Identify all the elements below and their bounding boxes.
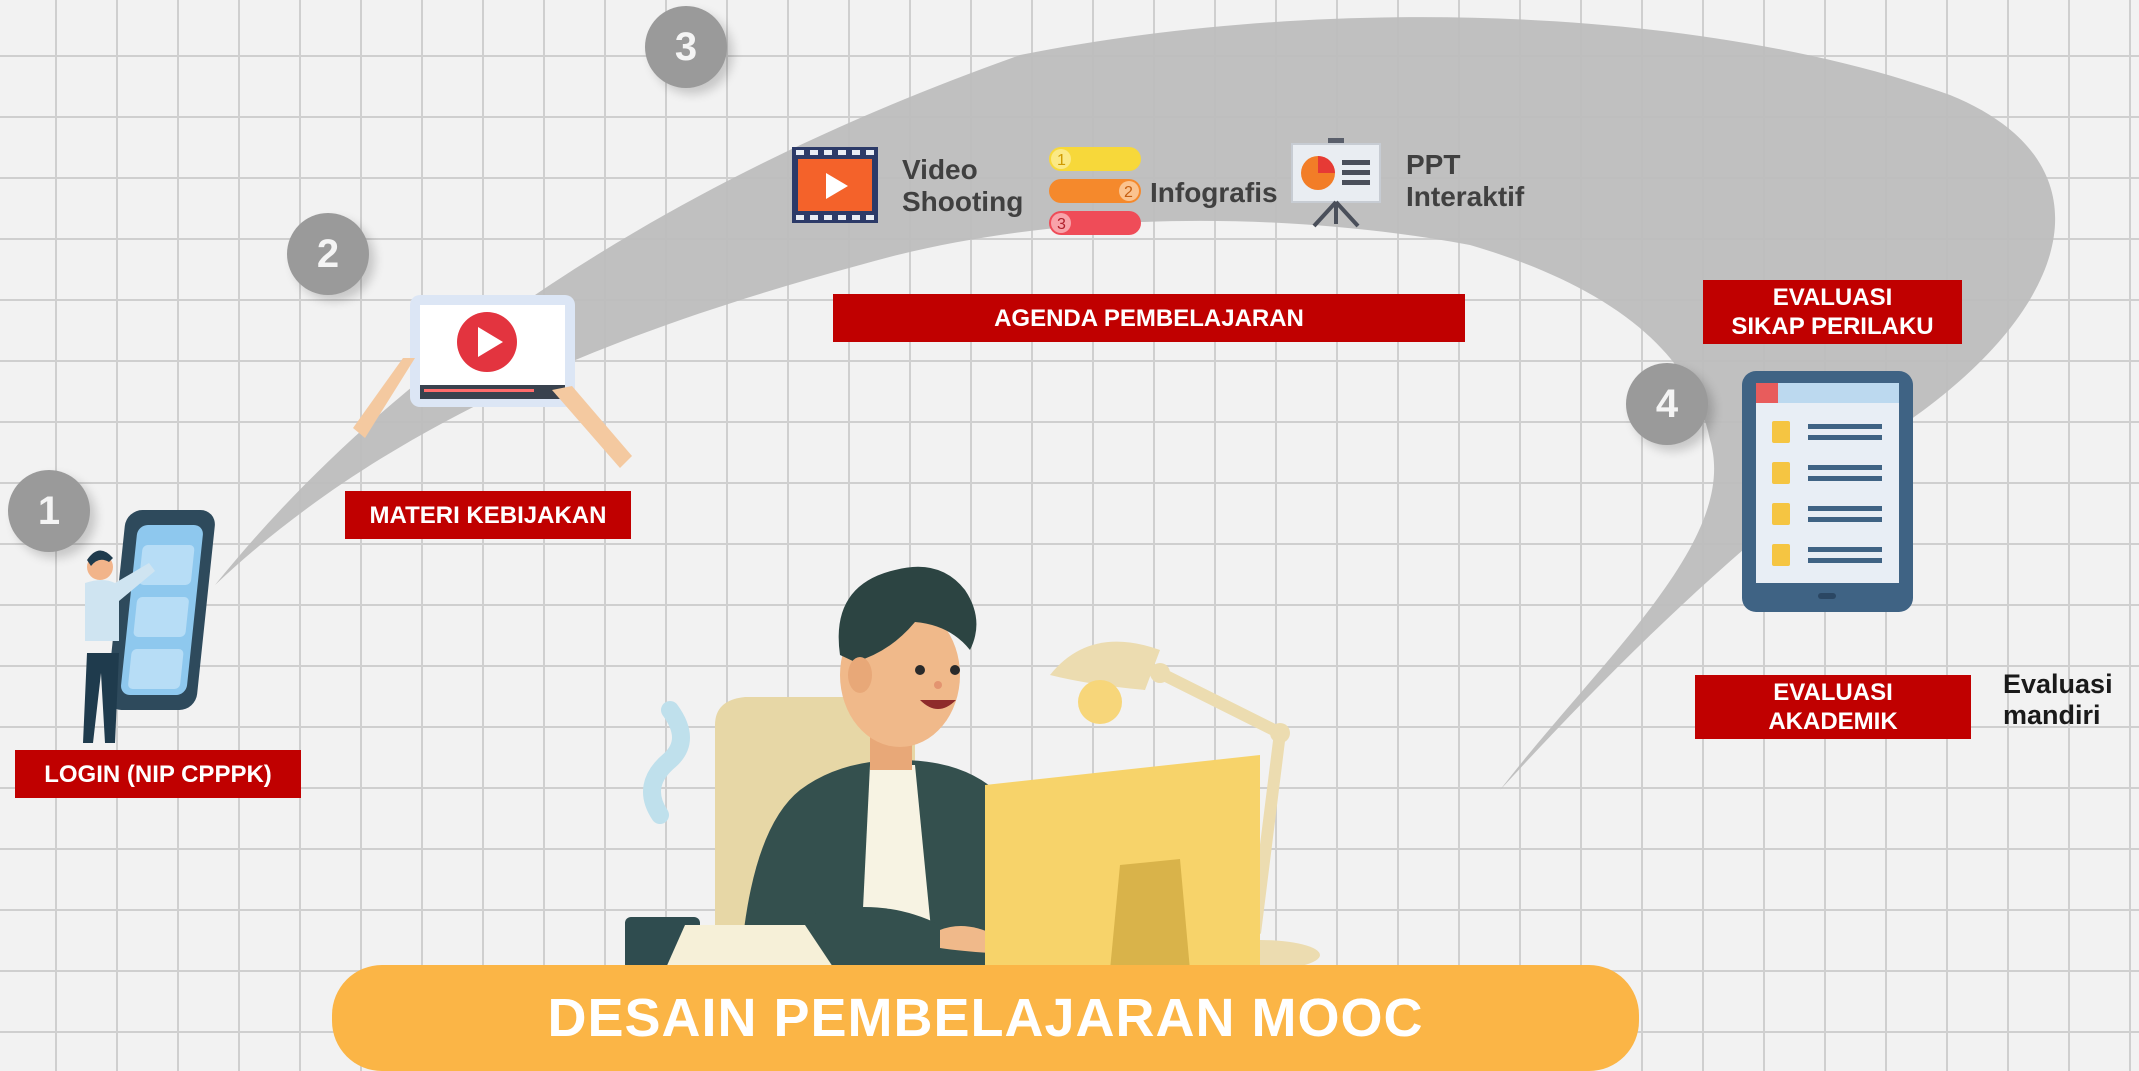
ppt-interaktif-label: PPT Interaktif (1406, 149, 1525, 212)
presentation-icon (1291, 138, 1381, 228)
page-title-banner: DESAIN PEMBELAJARAN MOOC (332, 965, 1639, 1071)
svg-text:3: 3 (1057, 216, 1066, 233)
step-2-badge: 2 (287, 213, 369, 295)
video-shooting-label: Video Shooting (902, 154, 1024, 217)
evaluasi-akademik-label: EVALUASI AKADEMIK (1695, 675, 1971, 739)
agenda-pembelajaran-label: AGENDA PEMBELAJARAN (833, 294, 1465, 342)
login-label: LOGIN (NIP CPPPK) (15, 750, 301, 798)
evaluasi-mandiri-note: Evaluasi mandiri (2003, 669, 2113, 730)
step-4-badge: 4 (1626, 363, 1708, 445)
step-3-badge: 3 (645, 6, 727, 88)
svg-text:1: 1 (1057, 152, 1066, 169)
video-icon (792, 147, 878, 223)
evaluasi-sikap-label: EVALUASI SIKAP PERILAKU (1703, 280, 1962, 344)
materi-kebijakan-label: MATERI KEBIJAKAN (345, 491, 631, 539)
tablet-checklist-illustration (1742, 371, 1913, 612)
tablet-video-illustration (353, 295, 632, 468)
phone-login-illustration (83, 510, 215, 743)
svg-text:2: 2 (1124, 184, 1133, 201)
infografis-label: Infografis (1150, 177, 1278, 208)
person-at-computer-illustration (625, 566, 1320, 970)
infographic-icon: 1 2 3 (1049, 147, 1141, 235)
